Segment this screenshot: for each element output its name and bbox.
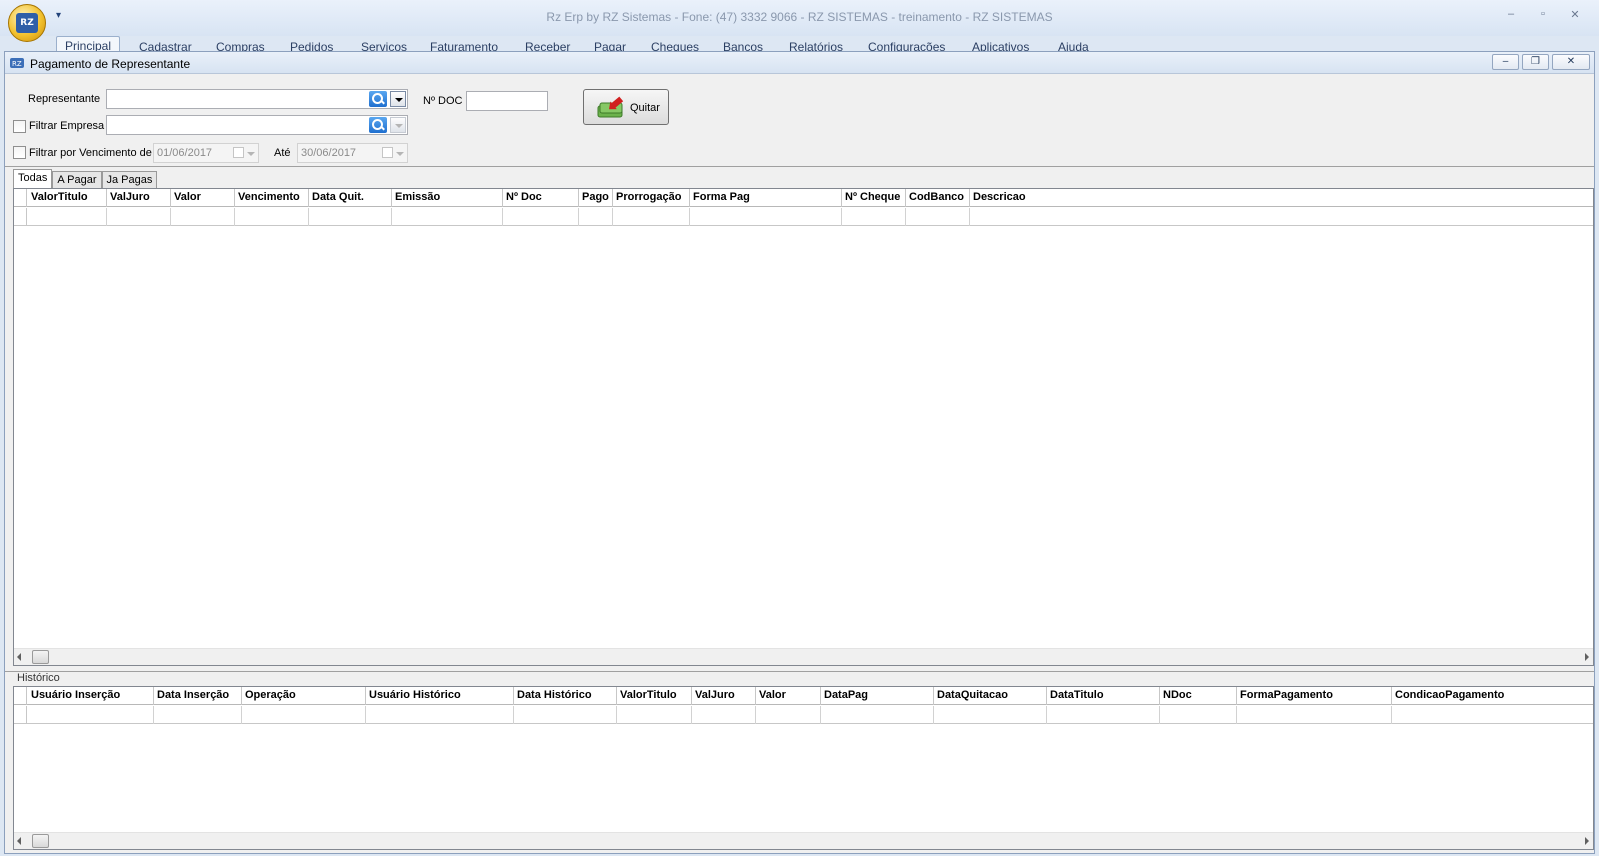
- app-window-controls: ‒ ▫ ✕: [1495, 8, 1591, 21]
- col-emissao[interactable]: Emissão: [392, 189, 503, 207]
- scroll-thumb[interactable]: [32, 650, 49, 664]
- window-controls: – ❐ ✕: [1492, 54, 1590, 70]
- col-valor[interactable]: Valor: [171, 189, 235, 207]
- date-to-picker[interactable]: 30/06/2017: [297, 143, 408, 163]
- chevron-down-icon: [396, 152, 404, 156]
- app-titlebar: ▾ Rz Erp by RZ Sistemas - Fone: (47) 333…: [0, 0, 1599, 36]
- filtrar-empresa-checkbox[interactable]: [13, 120, 26, 133]
- representante-dropdown-icon[interactable]: [390, 91, 406, 107]
- tab-a-pagar[interactable]: A Pagar: [52, 171, 102, 188]
- svg-text:RZ: RZ: [12, 60, 22, 68]
- calendar-icon: [233, 147, 244, 158]
- col-vencimento[interactable]: Vencimento: [235, 189, 309, 207]
- money-pay-icon: [597, 96, 624, 118]
- historico-grid-header: Usuário Inserção Data Inserção Operação …: [14, 687, 1593, 705]
- main-grid-header: ValorTitulo ValJuro Valor Vencimento Dat…: [14, 189, 1593, 207]
- scroll-right-icon[interactable]: [1585, 653, 1589, 661]
- col-condicaopagamento[interactable]: CondicaoPagamento: [1392, 687, 1590, 705]
- filtrar-vencimento-checkbox[interactable]: [13, 146, 26, 159]
- col-datatitulo[interactable]: DataTitulo: [1047, 687, 1160, 705]
- col-n-cheque[interactable]: Nº Cheque: [842, 189, 906, 207]
- date-from-picker[interactable]: 01/06/2017: [153, 143, 259, 163]
- filtrar-vencimento-label: Filtrar por Vencimento de: [29, 147, 152, 159]
- empresa-combo[interactable]: [106, 115, 408, 135]
- chevron-down-icon: [247, 152, 255, 156]
- child-titlebar: RZ Pagamento de Representante – ❐ ✕: [5, 52, 1594, 74]
- empresa-dropdown-icon[interactable]: [390, 117, 406, 133]
- col-pago[interactable]: Pago: [579, 189, 613, 207]
- col-usuario-historico[interactable]: Usuário Histórico: [366, 687, 514, 705]
- col-descricao[interactable]: Descricao: [970, 189, 1590, 207]
- col-dataquitacao[interactable]: DataQuitacao: [934, 687, 1047, 705]
- tab-todas[interactable]: Todas: [13, 169, 53, 188]
- app-minimize-button[interactable]: ‒: [1495, 8, 1527, 21]
- child-window: RZ Pagamento de Representante – ❐ ✕ Repr…: [4, 51, 1595, 854]
- window-app-icon: RZ: [10, 58, 24, 68]
- window-close-button[interactable]: ✕: [1552, 54, 1590, 70]
- col-operacao[interactable]: Operação: [242, 687, 366, 705]
- row-indicator: [14, 208, 27, 225]
- window-restore-button[interactable]: ❐: [1522, 54, 1549, 70]
- ndoc-input[interactable]: [466, 91, 548, 111]
- col-forma-pag[interactable]: Forma Pag: [690, 189, 842, 207]
- window-title: Pagamento de Representante: [30, 57, 191, 71]
- date-from-value: 01/06/2017: [157, 147, 213, 159]
- ribbon-tabs: Principal Cadastrar Compras Pedidos Serv…: [0, 36, 1599, 54]
- col-prorrogacao[interactable]: Prorrogação: [613, 189, 690, 207]
- ribbon-tab-principal[interactable]: Principal: [56, 36, 121, 53]
- col-datapag[interactable]: DataPag: [821, 687, 934, 705]
- col-usuario-insercao[interactable]: Usuário Inserção: [28, 687, 154, 705]
- ndoc-label: Nº DOC: [423, 95, 463, 107]
- col-valortitulo[interactable]: ValorTitulo: [28, 189, 107, 207]
- col-ndoc[interactable]: NDoc: [1160, 687, 1237, 705]
- filter-tabs: Todas A Pagar Ja Pagas: [13, 169, 158, 188]
- historico-label: Histórico: [17, 672, 60, 684]
- window-minimize-button[interactable]: –: [1492, 54, 1519, 70]
- app-title: Rz Erp by RZ Sistemas - Fone: (47) 3332 …: [546, 10, 1053, 24]
- empresa-search-icon[interactable]: [369, 117, 387, 133]
- calendar-icon: [382, 147, 393, 158]
- col-valor[interactable]: Valor: [756, 687, 821, 705]
- representante-label: Representante: [28, 93, 101, 105]
- tab-ja-pagas[interactable]: Ja Pagas: [101, 171, 158, 188]
- historico-grid[interactable]: Usuário Inserção Data Inserção Operação …: [13, 686, 1594, 850]
- scroll-left-icon[interactable]: [17, 837, 21, 845]
- ate-label: Até: [274, 147, 291, 159]
- row-indicator: [14, 706, 27, 723]
- scroll-right-icon[interactable]: [1585, 837, 1589, 845]
- quitar-label: Quitar: [630, 102, 660, 114]
- scroll-thumb[interactable]: [32, 834, 49, 848]
- col-data-historico[interactable]: Data Histórico: [514, 687, 617, 705]
- app-logo-icon[interactable]: RZ: [8, 4, 46, 42]
- col-valortitulo[interactable]: ValorTitulo: [617, 687, 692, 705]
- col-data-quit[interactable]: Data Quit.: [309, 189, 392, 207]
- col-formapagamento[interactable]: FormaPagamento: [1237, 687, 1392, 705]
- scroll-left-icon[interactable]: [17, 653, 21, 661]
- date-to-value: 30/06/2017: [301, 147, 357, 159]
- filtrar-empresa-label: Filtrar Empresa: [29, 120, 105, 132]
- col-data-insercao[interactable]: Data Inserção: [154, 687, 242, 705]
- table-row[interactable]: [14, 706, 1593, 724]
- col-n-doc[interactable]: Nº Doc: [503, 189, 579, 207]
- col-codbanco[interactable]: CodBanco: [906, 189, 970, 207]
- historico-grid-hscrollbar[interactable]: [14, 832, 1593, 849]
- main-grid[interactable]: ValorTitulo ValJuro Valor Vencimento Dat…: [13, 188, 1594, 666]
- table-row[interactable]: [14, 208, 1593, 226]
- historico-separator: [5, 671, 1594, 672]
- col-valjuro[interactable]: ValJuro: [692, 687, 756, 705]
- app-maximize-button[interactable]: ▫: [1527, 8, 1559, 21]
- main-grid-hscrollbar[interactable]: [14, 648, 1593, 665]
- representante-combo[interactable]: [106, 89, 408, 109]
- row-indicator-header: [14, 189, 27, 207]
- col-valjuro[interactable]: ValJuro: [107, 189, 171, 207]
- form-separator: [5, 166, 1594, 167]
- representante-search-icon[interactable]: [369, 91, 387, 107]
- row-indicator-header: [14, 687, 27, 705]
- app-close-button[interactable]: ✕: [1559, 8, 1591, 21]
- quitar-button[interactable]: Quitar: [583, 89, 669, 125]
